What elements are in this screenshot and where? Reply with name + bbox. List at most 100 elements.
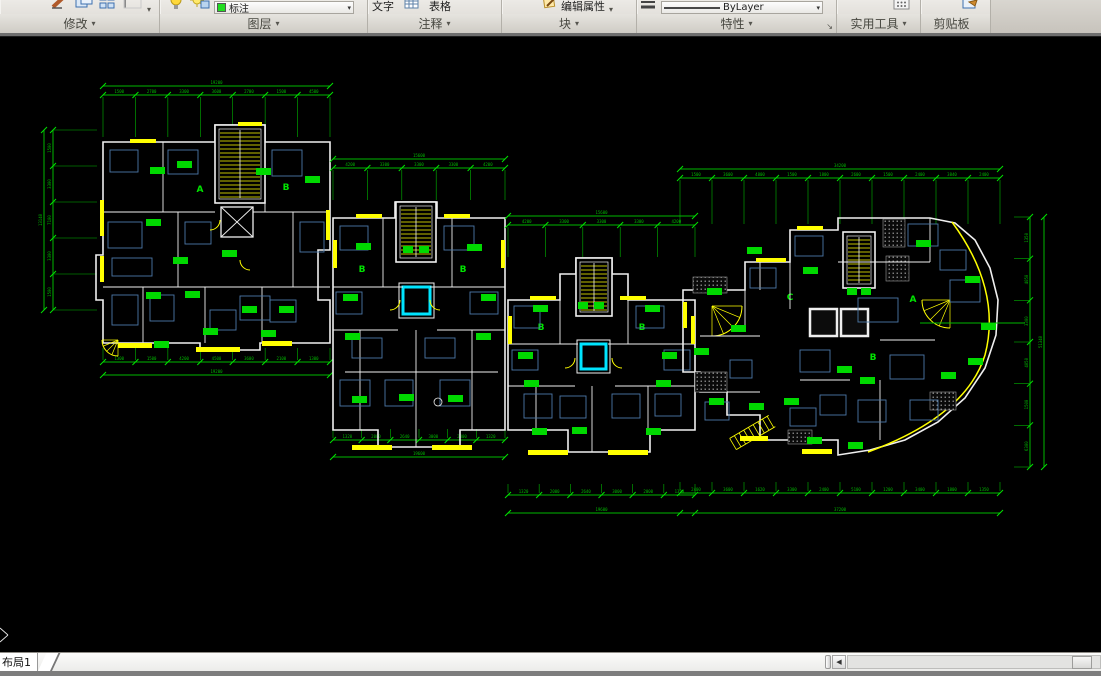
svg-text:B: B (359, 265, 366, 275)
svg-text:3600: 3600 (723, 487, 733, 492)
svg-text:2000: 2000 (457, 434, 467, 439)
svg-text:2640: 2640 (400, 434, 410, 439)
svg-text:37200: 37200 (834, 507, 847, 512)
array-icon[interactable] (98, 0, 117, 14)
copy-icon[interactable] (74, 0, 94, 14)
svg-text:1500: 1500 (47, 287, 52, 297)
scrollbar-splitter-handle[interactable] (825, 655, 831, 669)
svg-text:13140: 13140 (38, 213, 43, 226)
edit-attribute-button[interactable]: 编辑属性 (561, 0, 605, 14)
edit-attribute-arrow[interactable]: ▾ (609, 5, 613, 14)
horizontal-scrollbar-thumb[interactable] (1072, 656, 1092, 669)
svg-text:1500: 1500 (691, 172, 701, 177)
drawing-area[interactable]: 1500270033003600270015004500192001300150… (0, 37, 1101, 652)
svg-text:3300: 3300 (179, 89, 189, 94)
svg-text:4050: 4050 (1024, 274, 1029, 284)
layer-combo[interactable]: 标注 ▾ (214, 1, 354, 14)
modify-more-arrow[interactable]: ▾ (147, 5, 151, 14)
properties-panel-label: 特性 (720, 15, 744, 32)
chevron-down-icon: ▾ (92, 19, 96, 28)
layers-panel-title[interactable]: 图层 ▾ (160, 14, 367, 33)
fillet-icon[interactable] (121, 0, 143, 14)
svg-text:A: A (910, 295, 917, 305)
svg-text:5100: 5100 (851, 487, 861, 492)
modify-panel-title[interactable]: 修改 ▾ (0, 14, 159, 33)
utilities-panel-title[interactable]: 实用工具 ▾ (837, 14, 920, 33)
svg-text:3300: 3300 (47, 251, 52, 261)
svg-text:2400: 2400 (691, 487, 701, 492)
chevron-down-icon: ▾ (575, 19, 579, 28)
svg-text:19600: 19600 (595, 507, 608, 512)
layer-on-icon[interactable] (168, 0, 184, 14)
svg-text:1350: 1350 (1024, 232, 1029, 242)
svg-text:51340: 51340 (1038, 335, 1043, 348)
edit-attribute-icon[interactable] (542, 0, 557, 14)
svg-text:1320: 1320 (486, 434, 496, 439)
svg-text:1500: 1500 (883, 172, 893, 177)
svg-text:B: B (283, 183, 290, 193)
quickcalc-icon[interactable] (893, 0, 910, 14)
svg-text:15600: 15600 (595, 210, 608, 215)
svg-text:7100: 7100 (47, 215, 52, 225)
svg-text:3300: 3300 (380, 162, 390, 167)
svg-text:1200: 1200 (883, 487, 893, 492)
ribbon-panel-clipboard: 剪贴板 ▾ (921, 0, 991, 33)
svg-text:1500: 1500 (114, 89, 124, 94)
properties-panel-title[interactable]: 特性 ▾ (637, 14, 836, 33)
svg-text:1800: 1800 (947, 487, 957, 492)
tab-layout1[interactable]: 布局1 (0, 653, 38, 671)
ribbon-panel-layers: 标注 ▾ 图层 ▾ (160, 0, 368, 33)
svg-text:1300: 1300 (309, 356, 319, 361)
ribbon-panel-properties: ByLayer ▾ 特性 ▾ ↘ (637, 0, 837, 33)
chevron-down-icon: ▾ (903, 19, 907, 28)
layers-panel-label: 图层 (247, 15, 271, 32)
svg-text:A: A (197, 185, 204, 195)
svg-text:4200: 4200 (179, 356, 189, 361)
table-icon[interactable] (404, 0, 419, 14)
svg-text:3840: 3840 (947, 172, 957, 177)
window-bottom-strip (0, 671, 1101, 676)
svg-text:3300: 3300 (634, 219, 644, 224)
clipboard-panel-title[interactable]: 剪贴板 ▾ (921, 14, 990, 33)
svg-text:2600: 2600 (851, 172, 861, 177)
annotate-panel-title[interactable]: 注释 ▾ (368, 14, 501, 33)
layout-tab-bar: 布局1 ◀ (0, 652, 1101, 671)
annotate-panel-label: 注释 (418, 15, 442, 32)
svg-text:2400: 2400 (979, 172, 989, 177)
linetype-combo[interactable]: ByLayer ▾ (661, 1, 823, 14)
erase-icon[interactable] (50, 0, 70, 14)
linetype-combo-value: ByLayer (723, 2, 764, 13)
svg-text:2400: 2400 (915, 172, 925, 177)
layer-combo-value: 标注 (229, 0, 249, 14)
lineweight-icon[interactable] (639, 0, 657, 14)
block-panel-title[interactable]: 块 ▾ (502, 14, 636, 33)
chevron-down-icon: ▾ (276, 19, 280, 28)
svg-text:1500: 1500 (277, 89, 287, 94)
horizontal-scrollbar-track[interactable] (847, 655, 1101, 669)
layer-combo-arrow-icon: ▾ (347, 4, 351, 12)
linetype-combo-arrow-icon: ▾ (816, 4, 820, 12)
ribbon: ▾ 修改 ▾ 标注 ▾ 图层 ▾ (0, 0, 1101, 33)
svg-text:2000: 2000 (643, 489, 653, 494)
svg-text:1500: 1500 (47, 143, 52, 153)
clipboard-panel-label: 剪贴板 (933, 15, 969, 32)
layer-color-swatch (217, 3, 226, 12)
svg-text:1320: 1320 (343, 434, 353, 439)
svg-text:2100: 2100 (277, 356, 287, 361)
layer-freeze-icon[interactable] (188, 0, 210, 14)
table-button[interactable]: 表格 (429, 0, 451, 14)
autocad-window: ▾ 修改 ▾ 标注 ▾ 图层 ▾ (0, 0, 1101, 676)
paste-icon[interactable] (961, 0, 979, 14)
svg-text:1300: 1300 (114, 356, 124, 361)
scroll-left-button[interactable]: ◀ (832, 655, 846, 669)
text-button[interactable]: 文字 (372, 0, 394, 14)
properties-dialog-launcher-icon[interactable]: ↘ (826, 22, 833, 31)
svg-text:1320: 1320 (519, 489, 529, 494)
scroll-left-arrow-icon: ◀ (836, 658, 841, 666)
drawing-canvas[interactable]: 1500270033003600270015004500192001300150… (0, 37, 1101, 652)
svg-text:34200: 34200 (834, 163, 847, 168)
svg-text:3600: 3600 (244, 356, 254, 361)
svg-text:3000: 3000 (612, 489, 622, 494)
layout-tab-label: 布局1 (2, 654, 31, 670)
svg-text:3600: 3600 (723, 172, 733, 177)
